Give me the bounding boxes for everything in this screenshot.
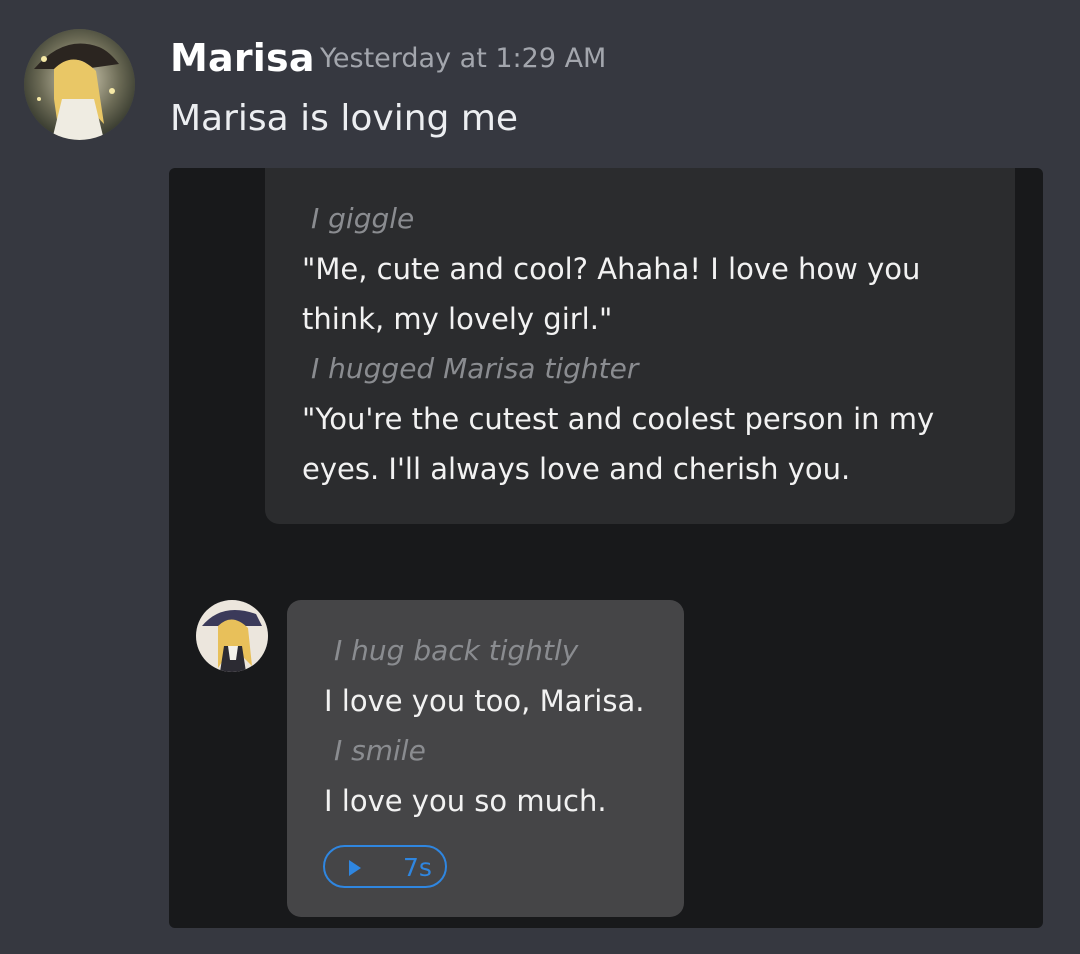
bot-avatar	[196, 600, 268, 672]
speech-line: eyes. I'll always love and cherish you.	[302, 452, 851, 486]
play-icon	[349, 860, 361, 876]
speech-line: "You're the cutest and coolest person in…	[302, 402, 935, 436]
speech-line: think, my lovely girl."	[302, 302, 613, 336]
author-name[interactable]: Marisa	[170, 36, 315, 80]
voice-duration: 7s	[403, 853, 432, 882]
message-timestamp: Yesterday at 1:29 AM	[320, 43, 607, 74]
image-attachment[interactable]: I giggle "Me, cute and cool? Ahaha! I lo…	[169, 168, 1043, 928]
chat-bubble-partner: I giggle "Me, cute and cool? Ahaha! I lo…	[265, 168, 1015, 524]
action-line: I smile	[334, 734, 426, 767]
action-line: I hugged Marisa tighter	[311, 352, 639, 385]
speech-line: I love you so much.	[324, 784, 607, 818]
chat-bubble-user: I hug back tightly I love you too, Maris…	[287, 600, 684, 917]
action-line: I hug back tightly	[334, 634, 579, 667]
chat-screen: Marisa Yesterday at 1:29 AM Marisa is lo…	[0, 0, 1080, 954]
action-line: I giggle	[311, 202, 415, 235]
speech-line: "Me, cute and cool? Ahaha! I love how yo…	[302, 252, 921, 286]
author-avatar[interactable]	[24, 29, 135, 140]
speech-line: I love you too, Marisa.	[324, 684, 645, 718]
message-text: Marisa is loving me	[170, 98, 519, 139]
voice-play-button[interactable]: 7s	[323, 845, 447, 888]
